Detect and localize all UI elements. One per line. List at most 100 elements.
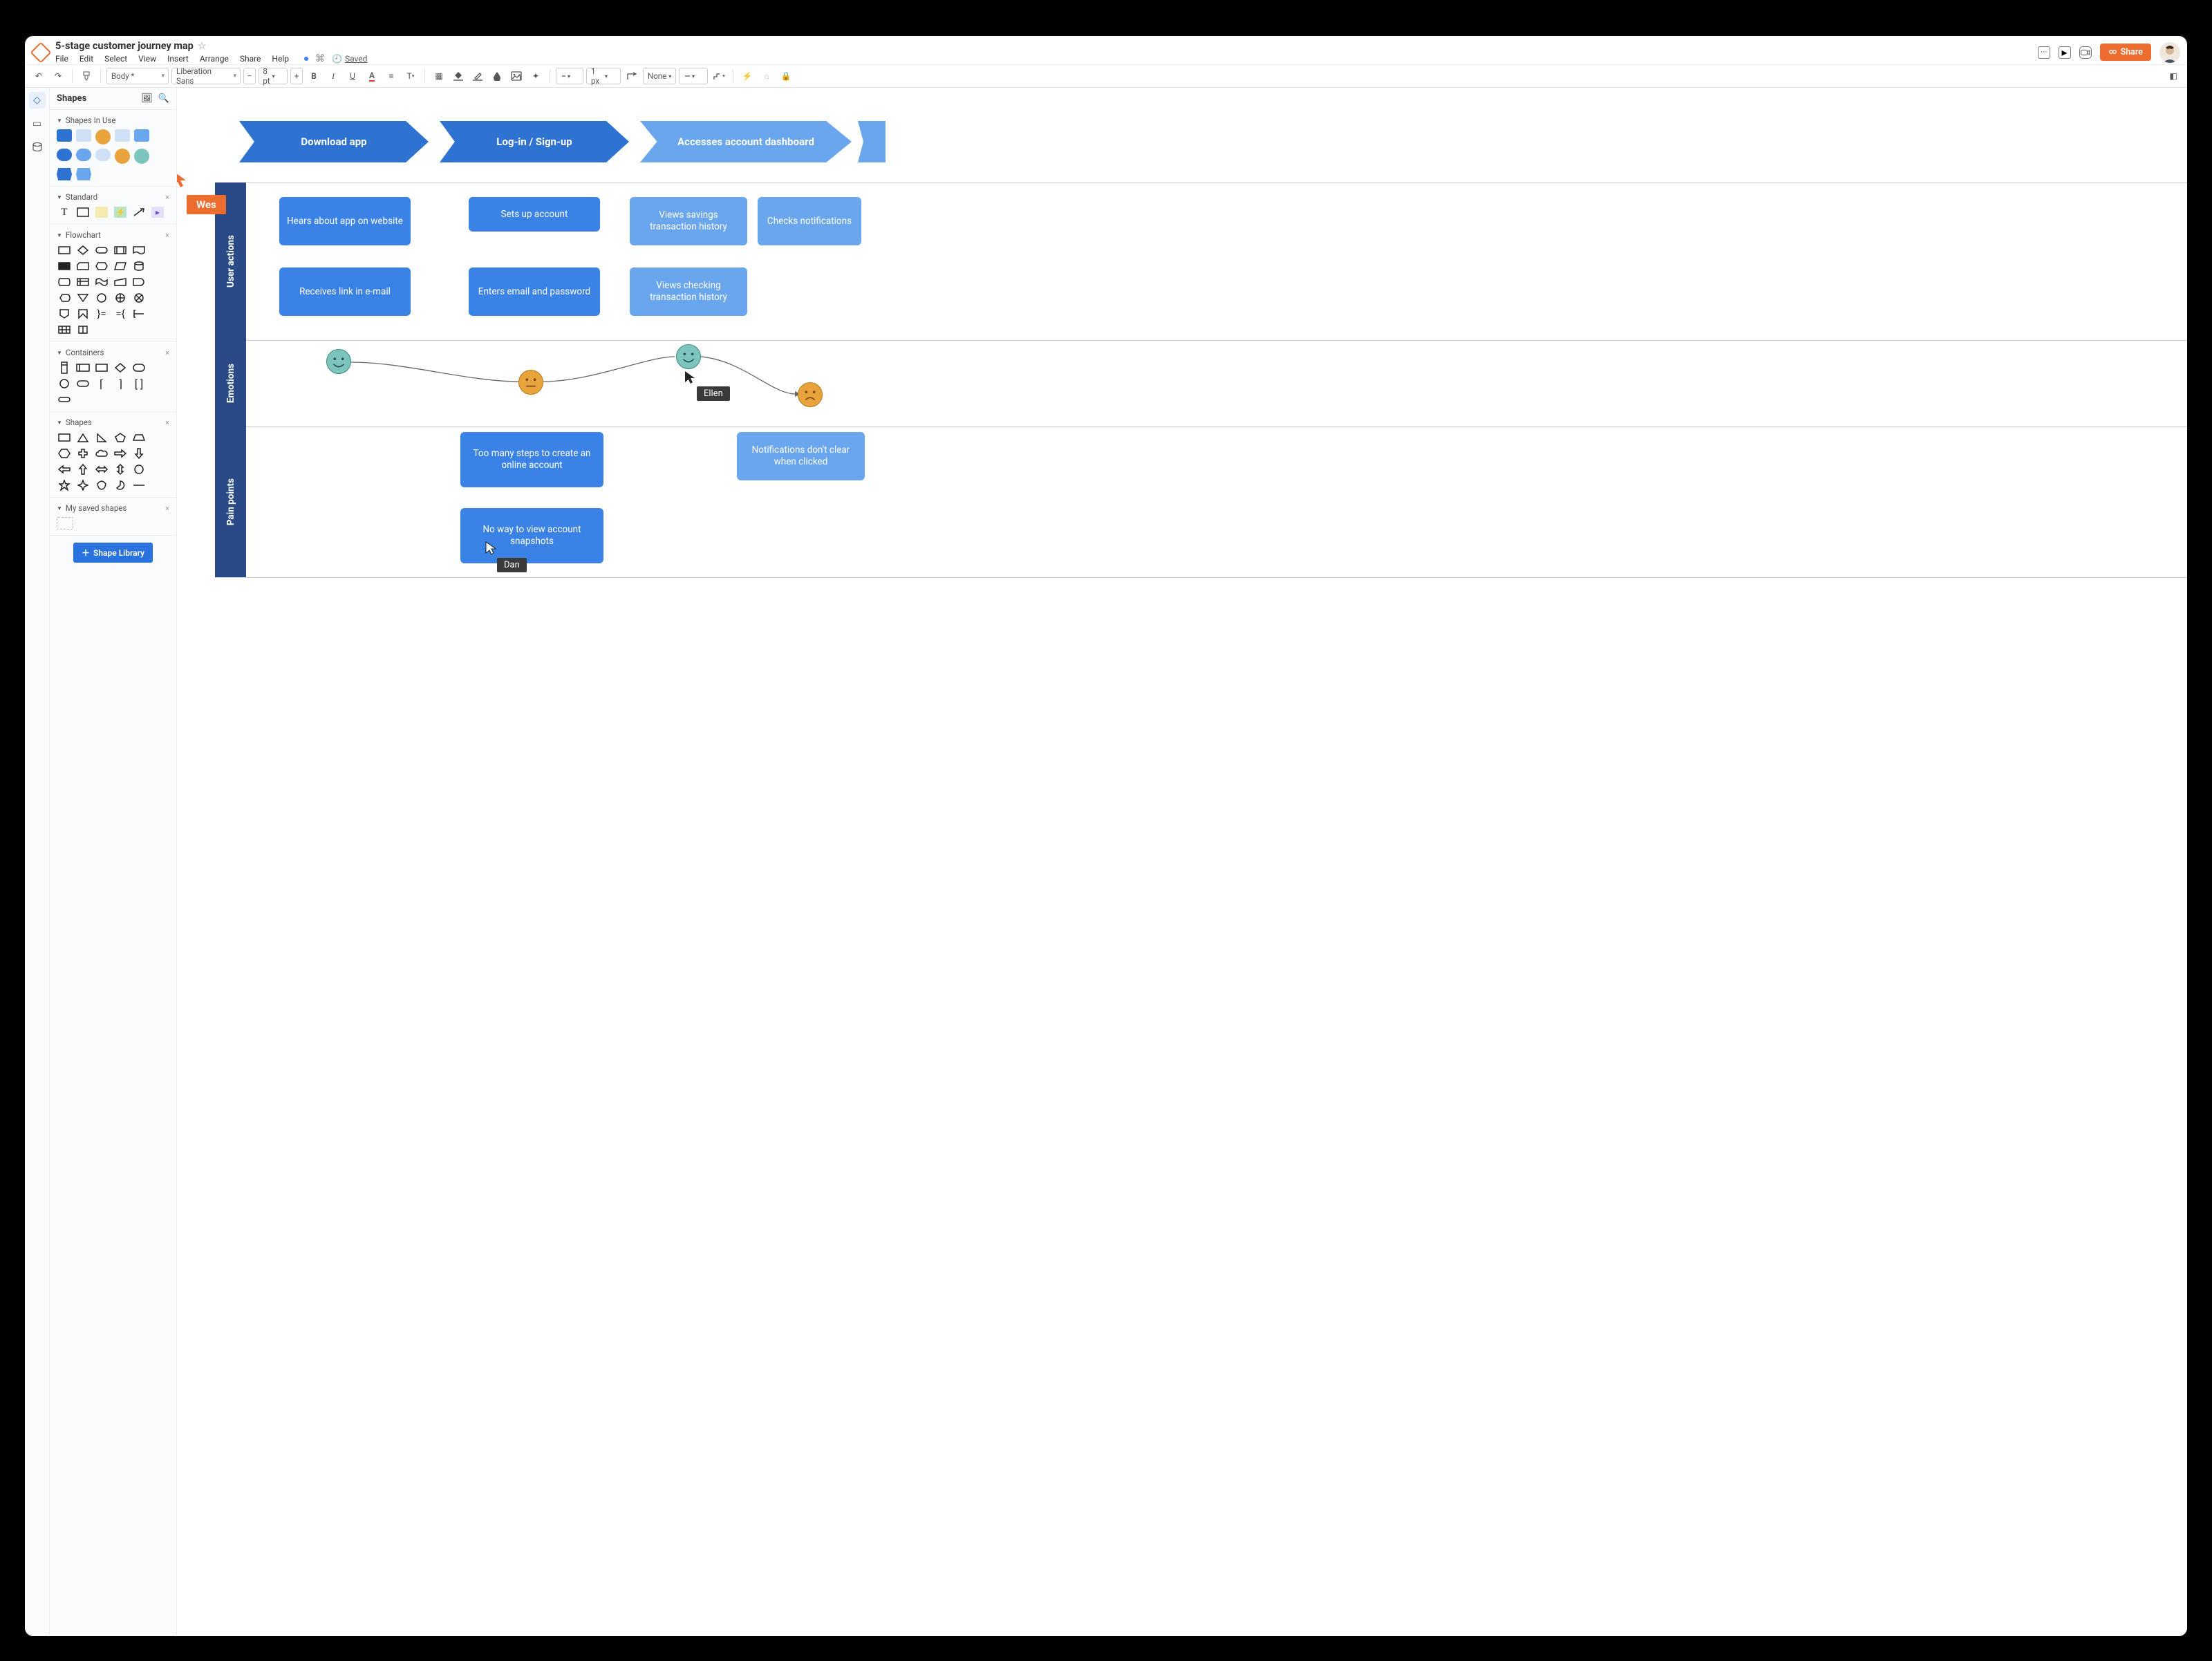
- sh-badge[interactable]: [94, 479, 109, 491]
- menu-insert[interactable]: Insert: [167, 54, 189, 64]
- swatch-blue-rect[interactable]: [57, 129, 72, 142]
- text-style-select[interactable]: Body *: [106, 68, 169, 84]
- sh-arrow-l[interactable]: [57, 463, 72, 476]
- integrations-icon[interactable]: ⌘: [315, 53, 325, 64]
- card-checks-notifications[interactable]: Checks notifications: [758, 197, 861, 245]
- italic-button[interactable]: I: [325, 68, 341, 84]
- shapes-close-icon[interactable]: ×: [165, 418, 169, 427]
- save-status[interactable]: 🕘 Saved: [332, 54, 367, 64]
- swatch-lightblue-rect[interactable]: [134, 129, 149, 142]
- shapes-in-use-header[interactable]: ▼Shapes In Use: [57, 115, 169, 125]
- cnt-pill[interactable]: [75, 377, 91, 390]
- magic-button[interactable]: ✦: [527, 68, 544, 84]
- swatch-teal-face[interactable]: [134, 149, 149, 164]
- card-too-many-steps[interactable]: Too many steps to create an online accou…: [460, 432, 603, 487]
- fc-database[interactable]: [131, 260, 147, 272]
- share-button[interactable]: Share: [2100, 44, 2151, 61]
- card-views-savings[interactable]: Views savings transaction history: [630, 197, 747, 245]
- fc-offpage[interactable]: [57, 308, 72, 320]
- fc-note[interactable]: [131, 308, 147, 320]
- favorite-star-icon[interactable]: ☆: [198, 41, 207, 52]
- stage-next-partial[interactable]: [858, 121, 885, 162]
- shape-rect[interactable]: [75, 206, 91, 218]
- sh-pentagon[interactable]: [113, 431, 128, 444]
- redo-button[interactable]: ↷: [50, 68, 66, 84]
- line-type-select[interactable]: ▾: [556, 68, 583, 84]
- cnt-swimlane-h[interactable]: [75, 362, 91, 374]
- rail-shapes-icon[interactable]: ◇: [29, 92, 46, 109]
- flowchart-close-icon[interactable]: ×: [165, 231, 169, 240]
- swatch-pale-rect[interactable]: [76, 129, 91, 142]
- swatch-pale-round[interactable]: [95, 149, 111, 161]
- fc-brace[interactable]: }=: [94, 308, 109, 320]
- emotion-happy-1[interactable]: [326, 349, 351, 374]
- sh-pie[interactable]: [113, 479, 128, 491]
- fc-document[interactable]: [131, 244, 147, 256]
- fc-or[interactable]: [113, 292, 128, 304]
- stage-login-signup[interactable]: Log-in / Sign-up: [440, 121, 629, 162]
- sh-rect[interactable]: [57, 431, 72, 444]
- rail-page-icon[interactable]: ▭: [29, 115, 46, 132]
- fc-process[interactable]: [57, 244, 72, 256]
- shapes-header[interactable]: ▼Shapes×: [57, 417, 169, 427]
- bold-button[interactable]: B: [306, 68, 322, 84]
- sh-cross[interactable]: [75, 447, 91, 460]
- fill-color-button[interactable]: [450, 68, 467, 84]
- present-icon[interactable]: ▸: [2059, 46, 2071, 59]
- saved-shape-placeholder[interactable]: [57, 517, 73, 529]
- fc-data[interactable]: [113, 260, 128, 272]
- fc-manualinput[interactable]: [113, 276, 128, 288]
- shape-play[interactable]: ▸: [150, 206, 165, 218]
- card-hears-about-app[interactable]: Hears about app on website: [279, 197, 411, 245]
- swatch-lightblue-round[interactable]: [76, 149, 91, 161]
- sh-triangle[interactable]: [75, 431, 91, 444]
- highlight-button[interactable]: [469, 68, 486, 84]
- fc-process-solid[interactable]: [57, 260, 72, 272]
- fc-table[interactable]: [57, 323, 72, 336]
- sh-rtriangle[interactable]: [94, 431, 109, 444]
- swatch-amber-face-2[interactable]: [115, 149, 130, 164]
- underline-button[interactable]: U: [344, 68, 361, 84]
- fc-card[interactable]: [75, 260, 91, 272]
- cnt-round[interactable]: [131, 362, 147, 374]
- flash-button[interactable]: ⚡: [739, 68, 756, 84]
- fc-terminator[interactable]: [94, 244, 109, 256]
- sh-arrow-d[interactable]: [131, 447, 147, 460]
- font-size-increase[interactable]: +: [290, 68, 303, 84]
- sh-star4[interactable]: [75, 479, 91, 491]
- containers-close-icon[interactable]: ×: [165, 348, 169, 357]
- containers-header[interactable]: ▼Containers×: [57, 348, 169, 357]
- shape-arrow[interactable]: [131, 206, 147, 218]
- track-header-pain-points[interactable]: Pain points: [215, 426, 246, 577]
- menu-edit[interactable]: Edit: [79, 54, 93, 64]
- cnt-swimlane-v[interactable]: [57, 362, 72, 374]
- arrow-start-select[interactable]: None▾: [643, 68, 676, 84]
- comment-icon[interactable]: ⋯: [2038, 46, 2050, 59]
- fc-tape[interactable]: [94, 276, 109, 288]
- cnt-bracket[interactable]: [ ]: [131, 377, 147, 390]
- font-color-button[interactable]: A: [364, 68, 380, 84]
- cnt-rect[interactable]: [94, 362, 109, 374]
- emotion-happy-2[interactable]: [676, 344, 701, 369]
- fc-predefined[interactable]: [113, 244, 128, 256]
- fc-grid[interactable]: [75, 323, 91, 336]
- card-notifications-clear[interactable]: Notifications don't clear when clicked: [737, 432, 865, 480]
- fc-delay[interactable]: [131, 276, 147, 288]
- menu-select[interactable]: Select: [104, 54, 127, 64]
- fc-brace2[interactable]: ={: [113, 308, 128, 320]
- swatch-lightblue-hex[interactable]: [76, 168, 91, 180]
- card-sets-up-account[interactable]: Sets up account: [469, 197, 600, 232]
- menu-help[interactable]: Help: [272, 54, 289, 64]
- card-views-checking[interactable]: Views checking transaction history: [630, 268, 747, 316]
- fc-offpage2[interactable]: [75, 308, 91, 320]
- fc-merge[interactable]: [75, 292, 91, 304]
- undo-button[interactable]: ↶: [30, 68, 47, 84]
- shape-text[interactable]: T: [57, 206, 72, 218]
- line-width-select[interactable]: 1 px▾: [586, 68, 621, 84]
- swatch-blue-round[interactable]: [57, 149, 72, 161]
- rail-data-icon[interactable]: [29, 139, 46, 156]
- saved-shapes-close-icon[interactable]: ×: [165, 504, 169, 513]
- card-enters-email[interactable]: Enters email and password: [469, 268, 600, 316]
- fc-decision[interactable]: [75, 244, 91, 256]
- line-option-button[interactable]: ▾: [711, 68, 727, 84]
